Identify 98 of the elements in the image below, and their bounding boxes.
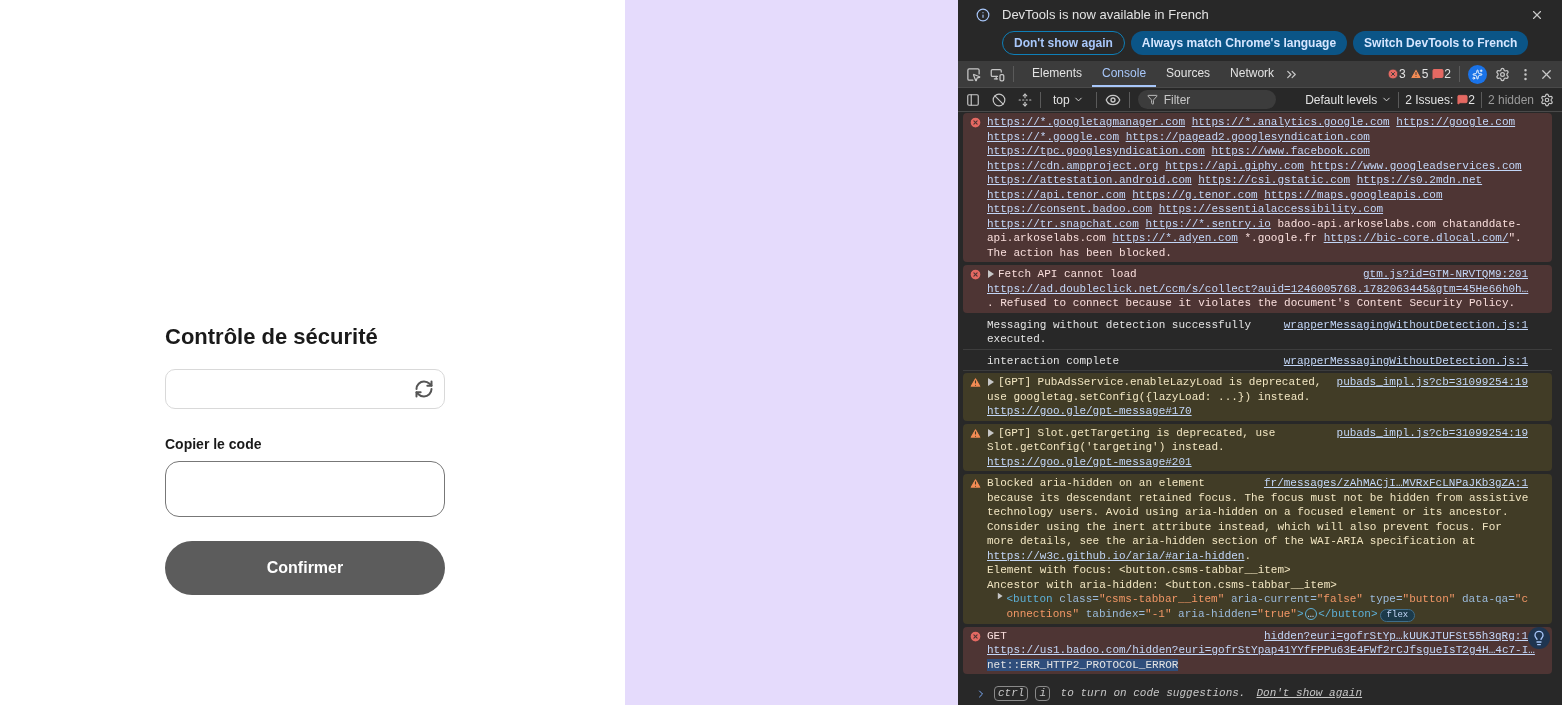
url-link[interactable]: https://api.giphy.com (1165, 159, 1304, 172)
url-link[interactable]: https://goo.gle/gpt-message#201 (987, 455, 1192, 468)
hidden-count: 2 hidden (1487, 91, 1534, 109)
warning-count[interactable]: 5 (1421, 65, 1429, 83)
device-icon[interactable] (990, 66, 1005, 82)
url-link[interactable]: https://essentialaccessibility.com (1158, 203, 1384, 215)
clear-icon[interactable] (992, 92, 1006, 107)
url-link[interactable]: https://attestation.android.com (987, 174, 1192, 186)
message-text: executed. (987, 332, 1048, 347)
url-link[interactable]: https://*.analytics.google.com (1191, 115, 1390, 130)
flex-badge[interactable]: flex (1379, 608, 1416, 622)
devtools-tab[interactable]: Network (1220, 61, 1285, 87)
url-link[interactable]: https://*.sentry.io (1145, 217, 1271, 230)
source-link[interactable]: fr/messages/zAhMACjI…MVRxFcLNPaJKb3gZA:1 (1263, 476, 1528, 491)
dom-node-text[interactable]: <button class="csms-tabbar__item" aria-current="false" type="button" data-qa="c onnections" tabindex="-1" aria-hidden="true"> … </button> flex (1006, 592, 1528, 622)
message-text: https://*.google.com https://pagead2.googlesyndication.com https://tpc.googlesyndication.com https://www.facebook.com https://cdn.ampproject.org https://api.giphy.com https://www.googleadservices.com https://attestation.android.com https://csi.gstatic.com https://s0.2mdn.net https://api.tenor.com https://g.tenor.com https://maps.googleapis.com https://consent.badoo.com https://essentialaccessibility.com https://tr.snapchat.com https://*.sentry.io badoo-api.arkoselabs.com chatanddate- api.arkoselabs.com https://*.adyen.com *.google.fr https://bic-core.dlocal.com/". The action has been blocked. (987, 129, 1523, 260)
warning-icon (968, 477, 982, 490)
dont-show-again-link[interactable]: Don't show again (1256, 686, 1363, 701)
keyboard-key: i (1035, 686, 1050, 701)
error-icon (968, 629, 982, 643)
issue-icon (1457, 94, 1469, 105)
url-link[interactable]: https://us1.badoo.com/hidden?euri=gofrStYpap41YYfFPPu63E4FWf2rCJfsgueIsT2g4H…4c7-I… (987, 644, 1535, 656)
error-icon (968, 116, 982, 129)
keyboard-key: ctrl (994, 686, 1029, 701)
inspect-icon[interactable] (966, 66, 981, 82)
devtools-tab[interactable]: Sources (1156, 61, 1221, 87)
sidebar-icon[interactable] (966, 92, 980, 107)
url-link[interactable]: https://api.tenor.com (987, 188, 1126, 201)
url-link[interactable]: https://csi.gstatic.com (1198, 174, 1351, 186)
source-link[interactable]: wrapperMessagingWithoutDetection.js:1 (1283, 353, 1528, 368)
expand-triangle-icon[interactable] (987, 428, 995, 437)
message-text: [GPT] Slot.getTargeting is deprecated, use (987, 425, 1276, 440)
context-dropdown[interactable]: top (1049, 90, 1088, 109)
issues-label[interactable]: 2 Issues: (1405, 90, 1454, 109)
url-link[interactable]: https://consent.badoo.com (987, 203, 1153, 215)
url-link[interactable]: https://pagead2.googlesyndication.com (1125, 130, 1370, 143)
message-text: [GPT] PubAdsService.enableLazyLoad is deprecated, (987, 375, 1322, 390)
message-text: https://ad.doubleclick.net/ccm/s/collect?auid=1246005768.1782063445&gtm=45He66h0h… . Refused to connect because it violates the document's Content Security Policy. (987, 281, 1528, 311)
url-link[interactable]: https://www.facebook.com (1211, 145, 1370, 157)
issue-icon (1432, 68, 1445, 80)
issue-count[interactable]: 2 (1468, 90, 1475, 109)
source-link[interactable]: pubads_impl.js?cb=31099254:19 (1336, 425, 1528, 440)
url-link[interactable]: https://*.googletagmanager.com (987, 115, 1186, 130)
url-link[interactable]: https://tr.snapchat.com (987, 217, 1139, 230)
source-link[interactable]: gtm.js?id=GTM-NRVTQM9:201 (1362, 267, 1528, 282)
issue-count[interactable]: 2 (1444, 65, 1451, 83)
error-count[interactable]: 3 (1398, 65, 1406, 83)
expand-triangle-icon[interactable] (987, 378, 995, 387)
message-text: Blocked aria-hidden on an element (987, 476, 1205, 491)
url-link[interactable]: https://bic-core.dlocal.com/ (1323, 232, 1509, 244)
url-link[interactable]: https://www.googleadservices.com (1310, 159, 1522, 172)
url-link[interactable]: https://*.google.com (987, 130, 1120, 143)
message-text: because its descendant retained focus. The focus must not be hidden from assistive technology users. Avoid using aria-hidden on a focused element or its ancestor. Consider using the inert attribute instead, which will also prevent focus. For more details, see the aria-hidden section of the WAI-ARIA specification at https://w3c.github.io/aria/#aria-hidden. Element with focus: <button.csms-tabbar__item> Ancestor with aria-hidden: <button.csms-tabbar__item> (987, 490, 1528, 592)
url-link[interactable]: https://goo.gle/gpt-message#170 (987, 405, 1192, 417)
error-icon (1386, 68, 1399, 80)
message-text: Messaging without detection successfully (987, 317, 1252, 332)
url-link[interactable]: https://w3c.github.io/aria/#aria-hidden (987, 549, 1245, 562)
url-link[interactable]: https://s0.2mdn.net (1356, 174, 1483, 186)
url-link[interactable]: https://tpc.googlesyndication.com (987, 145, 1205, 157)
code-input-field[interactable] (165, 461, 445, 517)
message-text: use googletag.setConfig({lazyLoad: ...}) instead. https://goo.gle/gpt-message#170 (987, 389, 1312, 419)
sparkle-icon[interactable] (1468, 64, 1487, 84)
refresh-icon[interactable] (414, 379, 434, 399)
message-text: GET (987, 628, 1007, 643)
warning-icon (1409, 68, 1422, 80)
source-link[interactable]: pubads_impl.js?cb=31099254:19 (1336, 375, 1528, 390)
source-link[interactable]: hidden?euri=gofrStYp…kUUKJTUFSt55h3qRg:1 (1263, 628, 1528, 643)
message-text: Fetch API cannot load (987, 267, 1137, 282)
url-link[interactable]: https://cdn.ampproject.org (987, 159, 1159, 172)
settings-icon[interactable] (1540, 92, 1554, 107)
warning-icon (968, 426, 982, 440)
info-icon (976, 7, 990, 22)
url-link[interactable]: https://maps.googleapis.com (1264, 188, 1443, 201)
message-text: interaction complete (987, 353, 1120, 368)
prompt-hint: to turn on code suggestions. (1059, 686, 1246, 701)
warning-icon (968, 376, 982, 389)
url-link[interactable]: https://ad.doubleclick.net/ccm/s/collect?auid=1246005768.1782063445&gtm=45He66h0h… (987, 282, 1529, 295)
confirm-button[interactable]: Confirmer (165, 541, 445, 595)
settings-icon[interactable] (1495, 66, 1510, 82)
expand-triangle-icon[interactable] (987, 270, 995, 279)
url-link[interactable]: https://g.tenor.com (1132, 188, 1258, 201)
message-text: Slot.getConfig('targeting') instead. https://goo.gle/gpt-message#201 (987, 440, 1226, 469)
field-label: Copier le code (165, 435, 263, 454)
devtools-tab[interactable]: Console (1092, 61, 1157, 87)
source-link[interactable]: wrapperMessagingWithoutDetection.js:1 (1283, 317, 1528, 332)
error-icon (968, 268, 982, 281)
filter-field[interactable]: Filter (1137, 90, 1276, 109)
url-link[interactable]: https://google.com (1396, 115, 1516, 130)
url-link[interactable]: https://*.adyen.com (1112, 232, 1238, 244)
levels-dropdown[interactable]: Default levels (1305, 90, 1393, 109)
notice-button[interactable]: Always match Chrome's language (1130, 30, 1348, 55)
filter-icon (1146, 94, 1158, 105)
devtools-tab[interactable]: Elements (1022, 61, 1093, 87)
page-title: Contrôle de sécurité (165, 323, 379, 351)
notice-text: DevTools is now available in French (1002, 6, 1210, 24)
expand-triangle-icon[interactable] (997, 592, 1004, 600)
expand-icon[interactable] (1018, 92, 1032, 107)
notice-button[interactable]: Switch DevTools to French (1353, 30, 1529, 55)
